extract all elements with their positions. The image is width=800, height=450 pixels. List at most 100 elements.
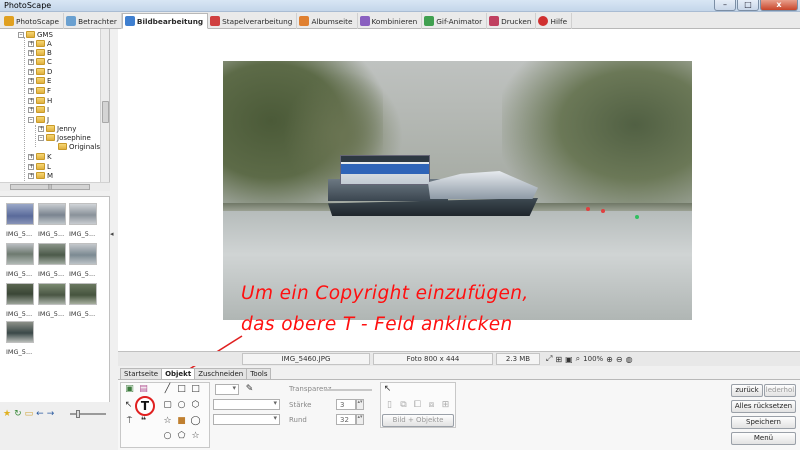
oval-icon[interactable]: ◯ [190, 416, 201, 427]
refresh-icon[interactable]: ↻ [14, 409, 22, 419]
star-icon[interactable]: ★ [3, 409, 11, 419]
expand-icon[interactable]: + [28, 77, 34, 84]
star-outline-icon[interactable]: ☆ [190, 431, 201, 442]
eyedropper-icon[interactable]: ✎ [244, 384, 255, 395]
group-icon[interactable]: ⊞ [440, 400, 451, 411]
back-arrow-icon[interactable]: ← [36, 409, 44, 419]
tree-item-josephine[interactable]: – Josephine [38, 133, 91, 142]
panel-collapse-icon[interactable]: ◂ [110, 230, 116, 244]
redo-button[interactable]: lederhol [764, 384, 796, 397]
actual-size-icon[interactable]: ▣ [565, 355, 573, 364]
tree-item-j[interactable]: – J [28, 115, 49, 124]
thumbnail-item[interactable]: IMG_5... [69, 203, 99, 238]
tree-item-h[interactable]: + H [28, 96, 52, 105]
square-shape-icon[interactable]: □ [190, 384, 201, 395]
photo-river-barge[interactable] [223, 61, 692, 320]
tab-hilfe[interactable]: Hilfe [536, 13, 573, 29]
tab-bildbearbeitung[interactable]: Bildbearbeitung [121, 13, 209, 29]
stamp-icon[interactable]: ▤ [138, 384, 149, 395]
line-icon[interactable]: ╱ [162, 384, 173, 395]
tree-item-d[interactable]: + D [28, 67, 52, 76]
thumbnail-item[interactable]: IMG_5... [6, 203, 36, 238]
thumbnail-item[interactable]: IMG_5... [38, 203, 68, 238]
expand-icon[interactable]: + [28, 163, 34, 170]
tree-item-b[interactable]: + B [28, 48, 52, 57]
expand-icon[interactable]: + [38, 125, 44, 132]
expand-icon[interactable]: + [28, 153, 34, 160]
tree-item-gms[interactable]: – GMS [18, 30, 53, 39]
thumbnail-item[interactable]: IMG_5... [69, 283, 99, 318]
star-shape-icon[interactable]: ☆ [162, 416, 173, 427]
zoom-out-icon[interactable]: ⊖ [616, 355, 623, 364]
folder-tree[interactable]: – GMS + A + B + C + D + E + F + H + I – J + Jenny –… [0, 29, 110, 191]
tree-item-k[interactable]: + K [28, 152, 52, 161]
transparency-slider[interactable] [324, 389, 372, 391]
pointer-icon[interactable]: ↖ [123, 400, 134, 411]
tab-albumseite[interactable]: Albumseite [297, 13, 358, 29]
thumbnail-list[interactable]: IMG_5... IMG_5... IMG_5... IMG_5... IMG_… [0, 196, 110, 402]
thumbnail-item[interactable]: IMG_5... [6, 321, 36, 356]
tab-photoscape[interactable]: PhotoScape [2, 13, 65, 29]
style-dropdown[interactable] [213, 414, 280, 425]
line-style-dropdown[interactable] [215, 384, 239, 395]
tab-gif-animator[interactable]: Gif-Animator [422, 13, 488, 29]
scrollbar-thumb[interactable]: ||| [10, 184, 90, 190]
tree-item-m[interactable]: + M [28, 171, 53, 180]
image-icon[interactable]: ▣ [124, 384, 135, 395]
zoom-icon[interactable]: ⌕ [576, 354, 580, 364]
round-input[interactable]: 32 [336, 414, 356, 425]
tree-item-jenny[interactable]: + Jenny [38, 124, 76, 133]
thumbnail-item[interactable]: IMG_5... [6, 283, 36, 318]
maximize-button[interactable]: □ [737, 0, 759, 11]
expand-icon[interactable]: + [28, 68, 34, 75]
bring-front-icon[interactable]: ⧠ [412, 400, 423, 411]
fit-icon[interactable]: ⊞ [555, 355, 562, 364]
save-button[interactable]: Speichern [731, 416, 796, 429]
reset-all-button[interactable]: Alles rücksetzen [731, 400, 796, 413]
tree-horizontal-scrollbar[interactable]: ||| [0, 182, 110, 191]
strength-input[interactable]: 3 [336, 399, 356, 410]
tree-item-e[interactable]: + E [28, 76, 51, 85]
image-objects-button[interactable]: Bild + Objekte [382, 414, 454, 427]
collapse-icon[interactable]: – [18, 31, 24, 38]
rounded-rect-icon[interactable]: ▢ [162, 400, 173, 411]
expand-icon[interactable]: + [28, 97, 34, 104]
expand-icon[interactable]: + [28, 172, 34, 179]
undo-button[interactable]: zurück [731, 384, 763, 397]
menu-button[interactable]: Menü [731, 432, 796, 445]
tree-item-l[interactable]: + L [28, 162, 51, 171]
round-spinner[interactable]: ▴▾ [356, 414, 364, 425]
circle-shape-icon[interactable]: ○ [162, 431, 173, 442]
fit-window-icon[interactable]: ⤢ [546, 354, 552, 364]
tab-drucken[interactable]: Drucken [487, 13, 537, 29]
tree-vertical-scrollbar[interactable] [100, 29, 109, 182]
slider-knob[interactable] [76, 410, 80, 418]
minimize-button[interactable]: – [714, 0, 736, 11]
expand-icon[interactable]: + [28, 49, 34, 56]
color-dropdown[interactable] [213, 399, 280, 410]
circle-icon[interactable]: ○ [176, 400, 187, 411]
tab-kombinieren[interactable]: Kombinieren [358, 13, 423, 29]
pentagon-icon[interactable]: ⬠ [176, 431, 187, 442]
expand-icon[interactable]: + [28, 87, 34, 94]
delete-icon[interactable]: ▯ [384, 400, 395, 411]
collapse-icon[interactable]: – [38, 134, 44, 141]
thumbnail-size-slider[interactable] [70, 410, 106, 418]
scrollbar-thumb[interactable] [102, 101, 109, 123]
tab-stapelverarbeitung[interactable]: Stapelverarbeitung [208, 13, 298, 29]
select-arrow-icon[interactable]: ↖ [382, 384, 393, 395]
expand-icon[interactable]: + [28, 58, 34, 65]
collapse-icon[interactable]: – [28, 116, 34, 123]
tree-item-a[interactable]: + A [28, 39, 52, 48]
thumbnail-item[interactable]: IMG_5... [38, 283, 68, 318]
expand-icon[interactable]: + [28, 40, 34, 47]
send-back-icon[interactable]: ⧈ [426, 400, 437, 411]
text-tool-button[interactable]: T [135, 396, 155, 416]
tree-item-f[interactable]: + F [28, 86, 51, 95]
close-button[interactable]: x [760, 0, 798, 11]
tab-betrachter[interactable]: Betrachter [64, 13, 122, 29]
thumbnail-item[interactable]: IMG_5... [69, 243, 99, 278]
tree-item-c[interactable]: + C [28, 57, 52, 66]
forward-arrow-icon[interactable]: → [47, 409, 55, 419]
pin-icon[interactable]: ⍑ [124, 416, 135, 427]
